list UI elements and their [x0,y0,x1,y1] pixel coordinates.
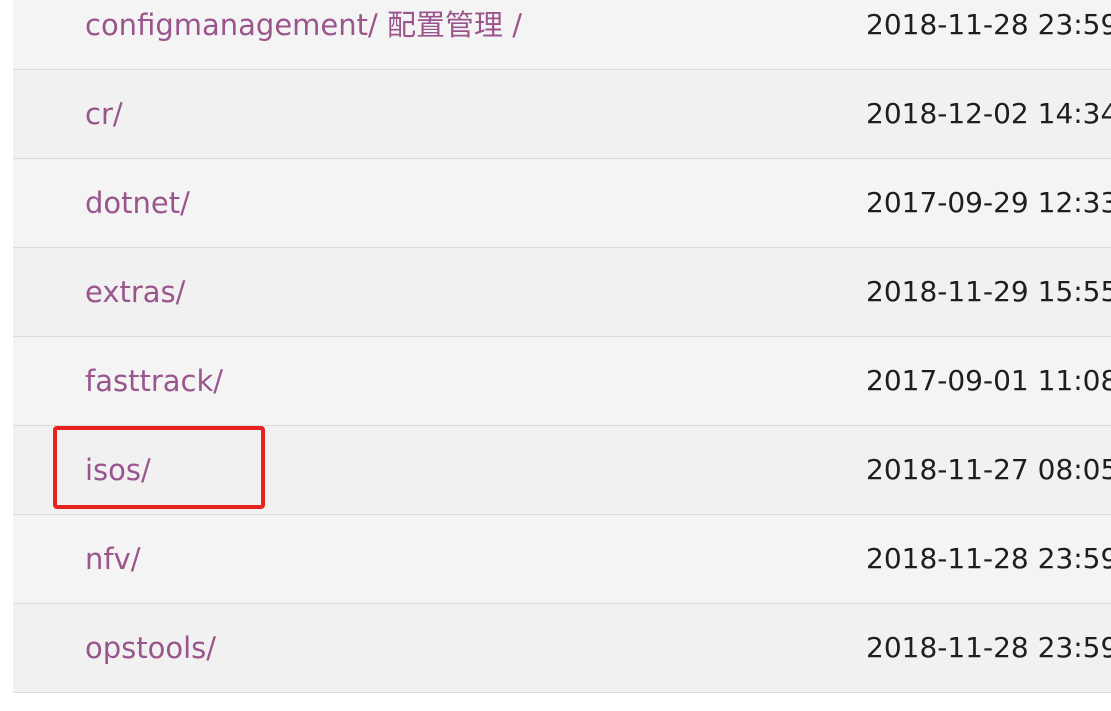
list-item: isos/ 2018-11-27 08:05 [13,426,1111,515]
directory-link-dotnet[interactable]: dotnet/ [85,159,190,247]
directory-link-opstools[interactable]: opstools/ [85,604,216,692]
modified-date: 2018-12-02 14:34 [866,97,1111,130]
directory-link-cr[interactable]: cr/ [85,70,123,158]
modified-date: 2018-11-29 15:55 [866,275,1111,308]
modified-date: 2018-11-28 23:59 [866,8,1111,41]
list-item: dotnet/ 2017-09-29 12:33 [13,159,1111,248]
directory-link-extras[interactable]: extras/ [85,248,185,336]
list-item: configmanagement/ 配置管理 / 2018-11-28 23:5… [13,0,1111,70]
directory-link-isos[interactable]: isos/ [85,426,151,514]
directory-link-nfv[interactable]: nfv/ [85,515,141,603]
modified-date: 2017-09-01 11:08 [866,364,1111,397]
list-item: extras/ 2018-11-29 15:55 [13,248,1111,337]
directory-link-fasttrack[interactable]: fasttrack/ [85,337,223,425]
list-item: nfv/ 2018-11-28 23:59 [13,515,1111,604]
directory-link-configmanagement[interactable]: configmanagement/ 配置管理 / [85,0,522,69]
list-item: cr/ 2018-12-02 14:34 [13,70,1111,159]
modified-date: 2018-11-28 23:59 [866,631,1111,664]
modified-date: 2017-09-29 12:33 [866,186,1111,219]
modified-date: 2018-11-27 08:05 [866,453,1111,486]
directory-listing: configmanagement/ 配置管理 / 2018-11-28 23:5… [13,0,1111,711]
list-item: opstools/ 2018-11-28 23:59 [13,604,1111,693]
modified-date: 2018-11-28 23:59 [866,542,1111,575]
list-item: fasttrack/ 2017-09-01 11:08 [13,337,1111,426]
